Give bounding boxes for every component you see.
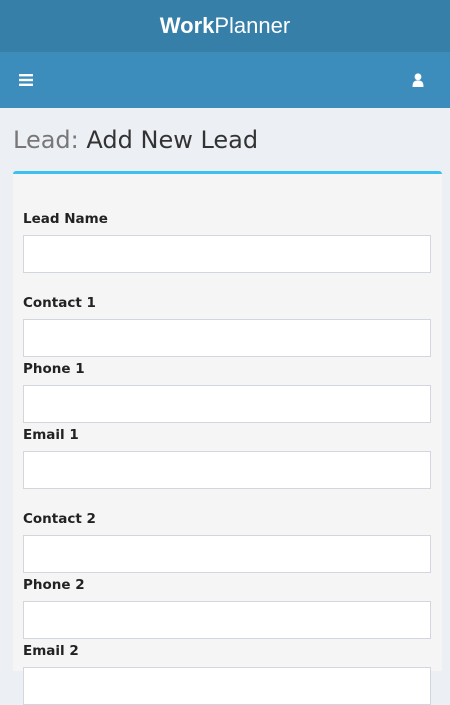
user-icon[interactable]	[404, 66, 432, 94]
page-heading: Add New Lead	[86, 126, 259, 154]
email-1-input[interactable]	[23, 451, 431, 489]
phone-1-group: Phone 1	[23, 361, 431, 423]
contact-2-label: Contact 2	[23, 511, 96, 527]
phone-2-group: Phone 2	[23, 577, 431, 639]
phone-2-input[interactable]	[23, 601, 431, 639]
lead-name-input[interactable]	[23, 235, 431, 273]
top-navbar	[0, 52, 450, 108]
phone-1-input[interactable]	[23, 385, 431, 423]
email-2-label: Email 2	[23, 643, 79, 659]
page-module: Lead:	[13, 126, 79, 154]
app-header: Work Planner	[0, 0, 450, 52]
lead-name-group: Lead Name	[23, 211, 431, 273]
add-lead-form: Lead Name Contact 1 Phone 1 Email 1 Cont…	[13, 171, 442, 705]
lead-name-label: Lead Name	[23, 211, 108, 227]
email-2-input[interactable]	[23, 667, 431, 705]
phone-2-label: Phone 2	[23, 577, 85, 593]
contact-1-input[interactable]	[23, 319, 431, 357]
contact-1-group: Contact 1	[23, 295, 431, 357]
phone-1-label: Phone 1	[23, 361, 85, 377]
contact-2-group: Contact 2	[23, 511, 431, 573]
page-title: Lead: Add New Lead	[0, 108, 450, 172]
contact-2-input[interactable]	[23, 535, 431, 573]
brand-name-regular: Planner	[214, 13, 291, 38]
hamburger-icon[interactable]	[12, 66, 40, 94]
contact-1-label: Contact 1	[23, 295, 96, 311]
brand-name-bold: Work	[159, 13, 215, 38]
email-2-group: Email 2	[23, 643, 431, 705]
email-1-label: Email 1	[23, 427, 79, 443]
email-1-group: Email 1	[23, 427, 431, 489]
